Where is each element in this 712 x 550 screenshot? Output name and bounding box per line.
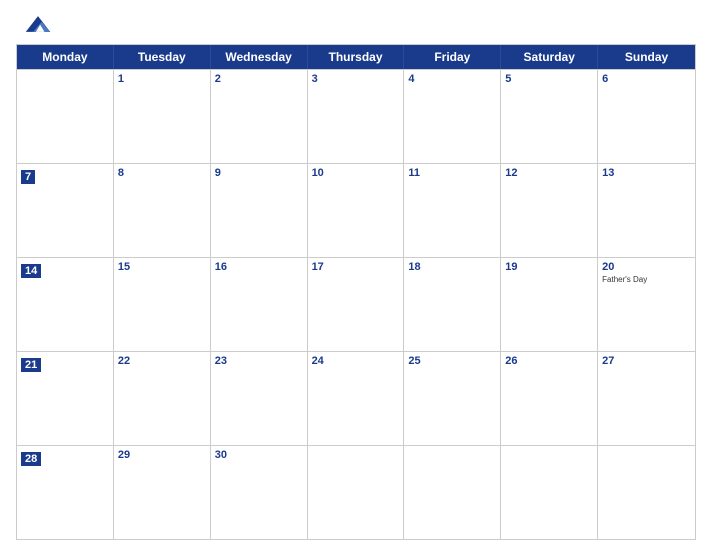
day-cell: 8 bbox=[114, 164, 211, 257]
week-row-5: 28 29 30 bbox=[17, 445, 695, 539]
day-cell: 17 bbox=[308, 258, 405, 351]
day-number: 3 bbox=[312, 73, 400, 85]
day-number: 14 bbox=[21, 264, 41, 278]
day-cell: 27 bbox=[598, 352, 695, 445]
day-cell: 14 bbox=[17, 258, 114, 351]
calendar-grid: MondayTuesdayWednesdayThursdayFridaySatu… bbox=[16, 44, 696, 540]
day-cell: 5 bbox=[501, 70, 598, 163]
weeks-container: 1234567891011121314151617181920Father's … bbox=[17, 69, 695, 539]
day-header-wednesday: Wednesday bbox=[211, 45, 308, 69]
page-header bbox=[16, 10, 696, 38]
event-label: Father's Day bbox=[602, 275, 691, 285]
day-number: 20 bbox=[602, 261, 691, 273]
week-row-3: 14 15 16 17 18 19 20 Father's Day bbox=[17, 257, 695, 351]
day-cell: 24 bbox=[308, 352, 405, 445]
week-row-2: 7 89 10 11 12 13 bbox=[17, 163, 695, 257]
day-cell: 1 bbox=[114, 70, 211, 163]
day-header-friday: Friday bbox=[404, 45, 501, 69]
day-number: 15 bbox=[118, 261, 206, 273]
day-cell: 25 bbox=[404, 352, 501, 445]
logo-icon bbox=[20, 10, 56, 38]
day-cell: 9 bbox=[211, 164, 308, 257]
day-number: 1 bbox=[118, 73, 206, 85]
day-header-thursday: Thursday bbox=[308, 45, 405, 69]
day-cell bbox=[308, 446, 405, 539]
day-number: 28 bbox=[21, 452, 41, 466]
logo bbox=[20, 10, 56, 38]
day-header-tuesday: Tuesday bbox=[114, 45, 211, 69]
day-number: 7 bbox=[21, 170, 35, 184]
day-headers-row: MondayTuesdayWednesdayThursdayFridaySatu… bbox=[17, 45, 695, 69]
day-number: 17 bbox=[312, 261, 400, 273]
day-number: 12 bbox=[505, 167, 593, 179]
day-cell: 10 bbox=[308, 164, 405, 257]
day-cell: 30 bbox=[211, 446, 308, 539]
day-cell: 12 bbox=[501, 164, 598, 257]
day-number: 30 bbox=[215, 449, 303, 461]
day-cell: 21 bbox=[17, 352, 114, 445]
day-cell bbox=[404, 446, 501, 539]
day-number: 21 bbox=[21, 358, 41, 372]
day-number: 6 bbox=[602, 73, 691, 85]
day-number: 4 bbox=[408, 73, 496, 85]
day-number: 10 bbox=[312, 167, 400, 179]
day-number: 5 bbox=[505, 73, 593, 85]
day-cell bbox=[598, 446, 695, 539]
week-row-1: 123456 bbox=[17, 69, 695, 163]
day-cell: 16 bbox=[211, 258, 308, 351]
day-number: 24 bbox=[312, 355, 400, 367]
day-number: 11 bbox=[408, 167, 496, 179]
day-cell: 4 bbox=[404, 70, 501, 163]
day-header-sunday: Sunday bbox=[598, 45, 695, 69]
day-number: 19 bbox=[505, 261, 593, 273]
day-cell: 20 Father's Day bbox=[598, 258, 695, 351]
day-number: 29 bbox=[118, 449, 206, 461]
day-cell: 7 bbox=[17, 164, 114, 257]
day-number: 23 bbox=[215, 355, 303, 367]
day-cell: 6 bbox=[598, 70, 695, 163]
day-cell: 2 bbox=[211, 70, 308, 163]
day-number: 9 bbox=[215, 167, 303, 179]
week-row-4: 21 22 23 24 25 26 27 bbox=[17, 351, 695, 445]
day-cell bbox=[17, 70, 114, 163]
day-cell: 13 bbox=[598, 164, 695, 257]
day-number: 2 bbox=[215, 73, 303, 85]
day-cell: 19 bbox=[501, 258, 598, 351]
calendar-page: MondayTuesdayWednesdayThursdayFridaySatu… bbox=[0, 0, 712, 550]
day-cell: 11 bbox=[404, 164, 501, 257]
day-number: 27 bbox=[602, 355, 691, 367]
day-cell: 15 bbox=[114, 258, 211, 351]
day-cell: 29 bbox=[114, 446, 211, 539]
day-cell bbox=[501, 446, 598, 539]
day-number: 16 bbox=[215, 261, 303, 273]
day-cell: 23 bbox=[211, 352, 308, 445]
day-cell: 22 bbox=[114, 352, 211, 445]
day-number: 13 bbox=[602, 167, 691, 179]
day-number: 26 bbox=[505, 355, 593, 367]
day-cell: 28 bbox=[17, 446, 114, 539]
day-number: 22 bbox=[118, 355, 206, 367]
day-number: 25 bbox=[408, 355, 496, 367]
day-cell: 26 bbox=[501, 352, 598, 445]
day-cell: 3 bbox=[308, 70, 405, 163]
day-header-saturday: Saturday bbox=[501, 45, 598, 69]
day-header-monday: Monday bbox=[17, 45, 114, 69]
day-number: 8 bbox=[118, 167, 206, 179]
day-cell: 18 bbox=[404, 258, 501, 351]
day-number: 18 bbox=[408, 261, 496, 273]
